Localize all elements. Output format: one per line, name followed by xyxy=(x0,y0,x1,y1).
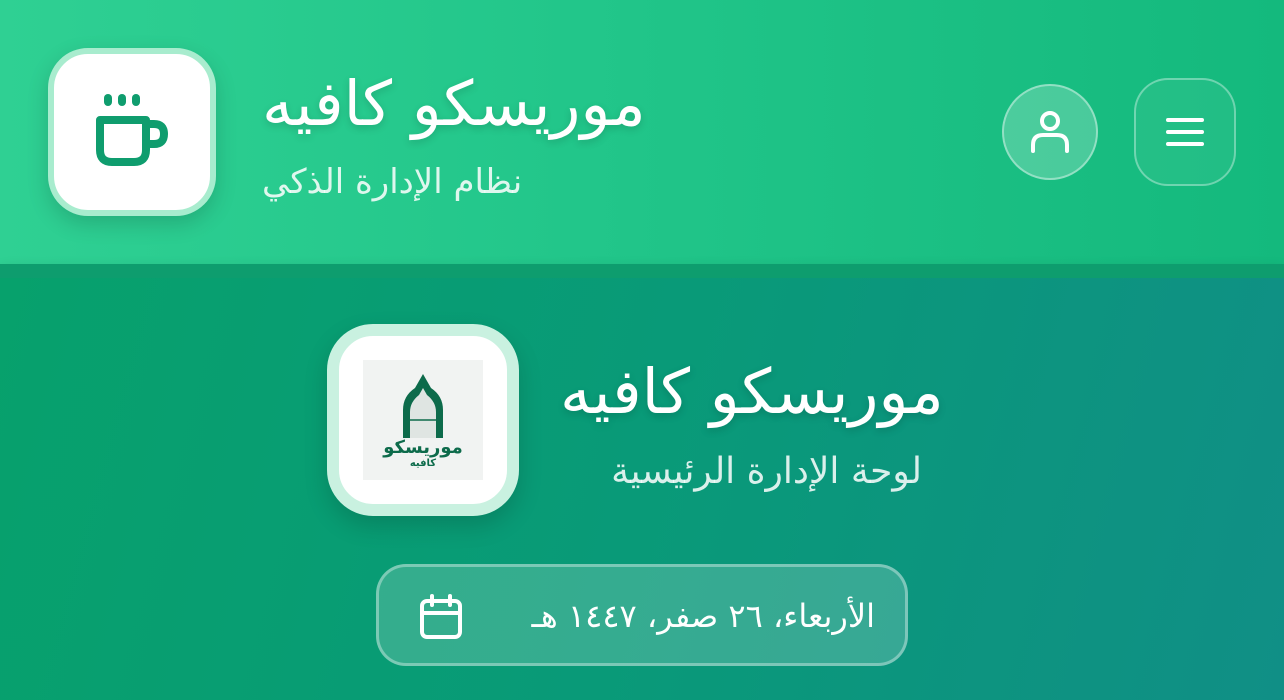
main-subtitle: لوحة الإدارة الرئيسية xyxy=(611,451,922,492)
app-title: موريسكو كافيه xyxy=(262,67,646,140)
app-header: موريسكو كافيه نظام الإدارة الذكي xyxy=(0,0,1284,264)
menu-button[interactable] xyxy=(1134,78,1236,186)
menu-icon xyxy=(1166,118,1204,146)
cafe-logo: موريسكو كافيه xyxy=(327,324,519,516)
cafe-logo-image: موريسكو كافيه xyxy=(363,360,483,480)
app-icon[interactable] xyxy=(48,48,216,216)
user-icon xyxy=(1031,111,1069,153)
header-divider xyxy=(0,264,1284,278)
logo-subtext: كافيه xyxy=(410,458,436,469)
date-badge: الأربعاء، ٢٦ صفر، ١٤٤٧ هـ xyxy=(376,564,908,666)
calendar-icon xyxy=(420,594,462,639)
logo-text: موريسكو xyxy=(382,437,463,458)
main-title: موريسكو كافيه xyxy=(560,355,944,428)
coffee-cup-icon xyxy=(96,94,168,166)
user-profile-button[interactable] xyxy=(1002,84,1098,180)
app-subtitle: نظام الإدارة الذكي xyxy=(262,162,523,202)
date-text: الأربعاء، ٢٦ صفر، ١٤٤٧ هـ xyxy=(531,597,875,635)
